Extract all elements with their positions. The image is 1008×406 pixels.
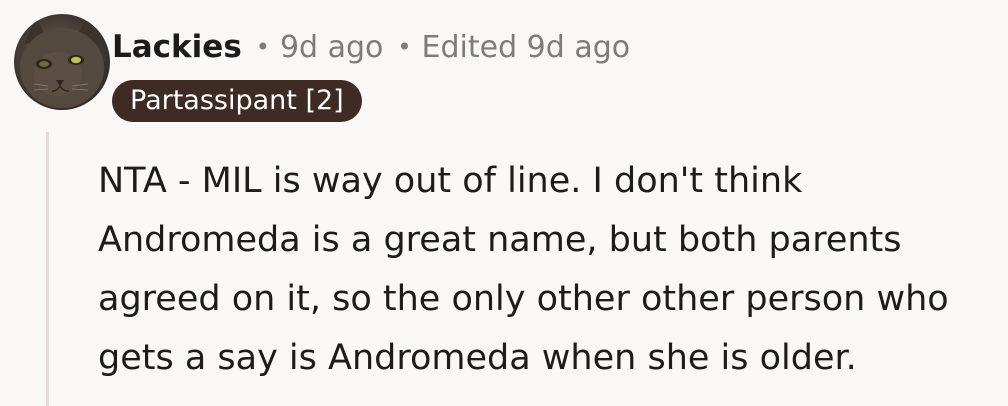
comment-body: NTA - MIL is way out of line. I don't th… [98,161,949,378]
user-flair-badge: Partassipant [2] [112,80,362,122]
meta-separator: • [255,33,270,61]
meta-separator: • [397,33,412,61]
edited-timestamp: Edited 9d ago [421,29,631,65]
username-link[interactable]: Lackies [112,29,242,65]
thread-collapse-line[interactable] [46,132,49,406]
comment: Lackies • 9d ago • Edited 9d ago Partass… [0,0,1008,406]
cat-avatar-icon[interactable] [14,14,110,110]
cat-face-icon [20,16,104,108]
comment-header: Lackies • 9d ago • Edited 9d ago [112,22,630,72]
comment-timestamp[interactable]: 9d ago [280,30,383,65]
